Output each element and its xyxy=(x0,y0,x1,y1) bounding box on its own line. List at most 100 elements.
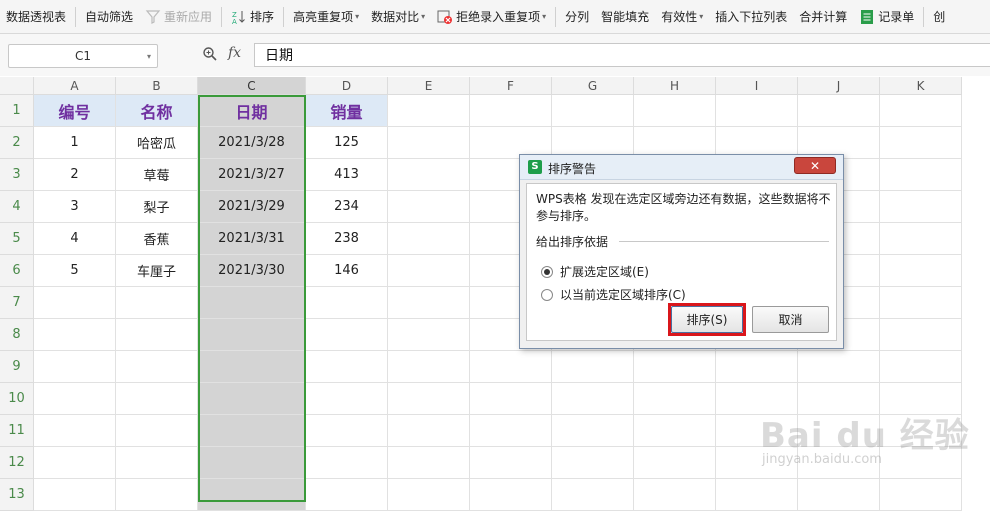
table-cell[interactable] xyxy=(880,127,962,159)
current-selection-option[interactable]: 以当前选定区域排序(C) xyxy=(541,286,686,303)
table-cell[interactable] xyxy=(388,319,470,351)
table-cell[interactable] xyxy=(198,479,306,511)
reapply-filter-button[interactable]: 重新应用 xyxy=(139,5,218,29)
create-button[interactable]: 创 xyxy=(927,5,951,29)
function-icon[interactable]: fx xyxy=(228,45,241,61)
table-cell[interactable] xyxy=(880,223,962,255)
column-header-j[interactable]: J xyxy=(798,77,880,95)
table-cell[interactable] xyxy=(306,479,388,511)
table-cell[interactable] xyxy=(470,351,552,383)
table-cell[interactable]: 3 xyxy=(34,191,116,223)
table-cell[interactable]: 1 xyxy=(34,127,116,159)
row-header-4[interactable]: 4 xyxy=(0,191,34,223)
header-cell[interactable]: 销量 xyxy=(306,95,388,127)
table-cell[interactable] xyxy=(798,95,880,127)
table-cell[interactable] xyxy=(798,351,880,383)
table-cell[interactable] xyxy=(388,415,470,447)
table-cell[interactable] xyxy=(716,479,798,511)
column-header-k[interactable]: K xyxy=(880,77,962,95)
reject-duplicates-button[interactable]: 拒绝录入重复项 ▾ xyxy=(431,5,552,29)
table-cell[interactable]: 5 xyxy=(34,255,116,287)
table-cell[interactable] xyxy=(470,415,552,447)
table-cell[interactable] xyxy=(388,223,470,255)
table-cell[interactable] xyxy=(306,383,388,415)
table-cell[interactable] xyxy=(116,479,198,511)
row-header-2[interactable]: 2 xyxy=(0,127,34,159)
table-cell[interactable] xyxy=(116,287,198,319)
table-cell[interactable] xyxy=(552,447,634,479)
table-cell[interactable] xyxy=(470,95,552,127)
cancel-button[interactable]: 取消 xyxy=(752,306,829,333)
row-header-10[interactable]: 10 xyxy=(0,383,34,415)
table-cell[interactable] xyxy=(34,447,116,479)
row-header-13[interactable]: 13 xyxy=(0,479,34,511)
table-cell[interactable] xyxy=(388,383,470,415)
table-cell[interactable] xyxy=(880,255,962,287)
header-cell[interactable]: 日期 xyxy=(198,95,306,127)
table-cell[interactable] xyxy=(880,95,962,127)
sort-button[interactable]: ZA 排序 xyxy=(225,5,280,29)
table-cell[interactable] xyxy=(198,415,306,447)
column-header-h[interactable]: H xyxy=(634,77,716,95)
header-cell[interactable]: 编号 xyxy=(34,95,116,127)
row-header-6[interactable]: 6 xyxy=(0,255,34,287)
insert-dropdown-list-button[interactable]: 插入下拉列表 xyxy=(709,5,793,29)
table-cell[interactable] xyxy=(34,351,116,383)
consolidate-button[interactable]: 合并计算 xyxy=(793,5,853,29)
table-cell[interactable]: 2021/3/28 xyxy=(198,127,306,159)
header-cell[interactable]: 名称 xyxy=(116,95,198,127)
table-cell[interactable] xyxy=(198,447,306,479)
table-cell[interactable] xyxy=(116,415,198,447)
table-cell[interactable] xyxy=(388,127,470,159)
table-cell[interactable] xyxy=(470,479,552,511)
table-cell[interactable]: 香蕉 xyxy=(116,223,198,255)
row-header-8[interactable]: 8 xyxy=(0,319,34,351)
expand-selection-option[interactable]: 扩展选定区域(E) xyxy=(541,263,649,280)
table-cell[interactable] xyxy=(306,287,388,319)
table-cell[interactable] xyxy=(716,95,798,127)
table-cell[interactable]: 238 xyxy=(306,223,388,255)
column-header-a[interactable]: A xyxy=(34,77,116,95)
pivot-table-button[interactable]: 数据透视表 xyxy=(0,5,72,29)
formula-input[interactable]: 日期 xyxy=(254,43,990,67)
table-cell[interactable] xyxy=(634,351,716,383)
table-cell[interactable] xyxy=(198,351,306,383)
select-all-corner[interactable] xyxy=(0,77,34,95)
row-header-9[interactable]: 9 xyxy=(0,351,34,383)
row-header-11[interactable]: 11 xyxy=(0,415,34,447)
table-cell[interactable] xyxy=(388,351,470,383)
table-cell[interactable]: 146 xyxy=(306,255,388,287)
table-cell[interactable]: 2021/3/31 xyxy=(198,223,306,255)
zoom-icon[interactable] xyxy=(202,46,218,62)
row-header-12[interactable]: 12 xyxy=(0,447,34,479)
table-cell[interactable] xyxy=(470,447,552,479)
table-cell[interactable] xyxy=(634,479,716,511)
table-cell[interactable]: 2021/3/27 xyxy=(198,159,306,191)
table-cell[interactable] xyxy=(306,319,388,351)
highlight-duplicates-button[interactable]: 高亮重复项 ▾ xyxy=(287,5,365,29)
column-header-d[interactable]: D xyxy=(306,77,388,95)
table-cell[interactable]: 4 xyxy=(34,223,116,255)
text-to-columns-button[interactable]: 分列 xyxy=(559,5,595,29)
table-cell[interactable]: 234 xyxy=(306,191,388,223)
table-cell[interactable]: 2021/3/30 xyxy=(198,255,306,287)
table-cell[interactable] xyxy=(880,191,962,223)
row-header-3[interactable]: 3 xyxy=(0,159,34,191)
table-cell[interactable] xyxy=(116,383,198,415)
table-cell[interactable] xyxy=(198,287,306,319)
table-cell[interactable] xyxy=(34,415,116,447)
radio-button[interactable] xyxy=(541,288,553,301)
table-cell[interactable] xyxy=(116,351,198,383)
table-cell[interactable]: 梨子 xyxy=(116,191,198,223)
table-cell[interactable] xyxy=(470,383,552,415)
table-cell[interactable]: 413 xyxy=(306,159,388,191)
table-cell[interactable] xyxy=(34,383,116,415)
table-cell[interactable] xyxy=(34,319,116,351)
table-cell[interactable] xyxy=(634,95,716,127)
table-cell[interactable] xyxy=(552,351,634,383)
column-header-b[interactable]: B xyxy=(116,77,198,95)
record-form-button[interactable]: 记录单 xyxy=(853,5,920,29)
table-cell[interactable] xyxy=(880,287,962,319)
table-cell[interactable] xyxy=(798,479,880,511)
table-cell[interactable] xyxy=(34,287,116,319)
